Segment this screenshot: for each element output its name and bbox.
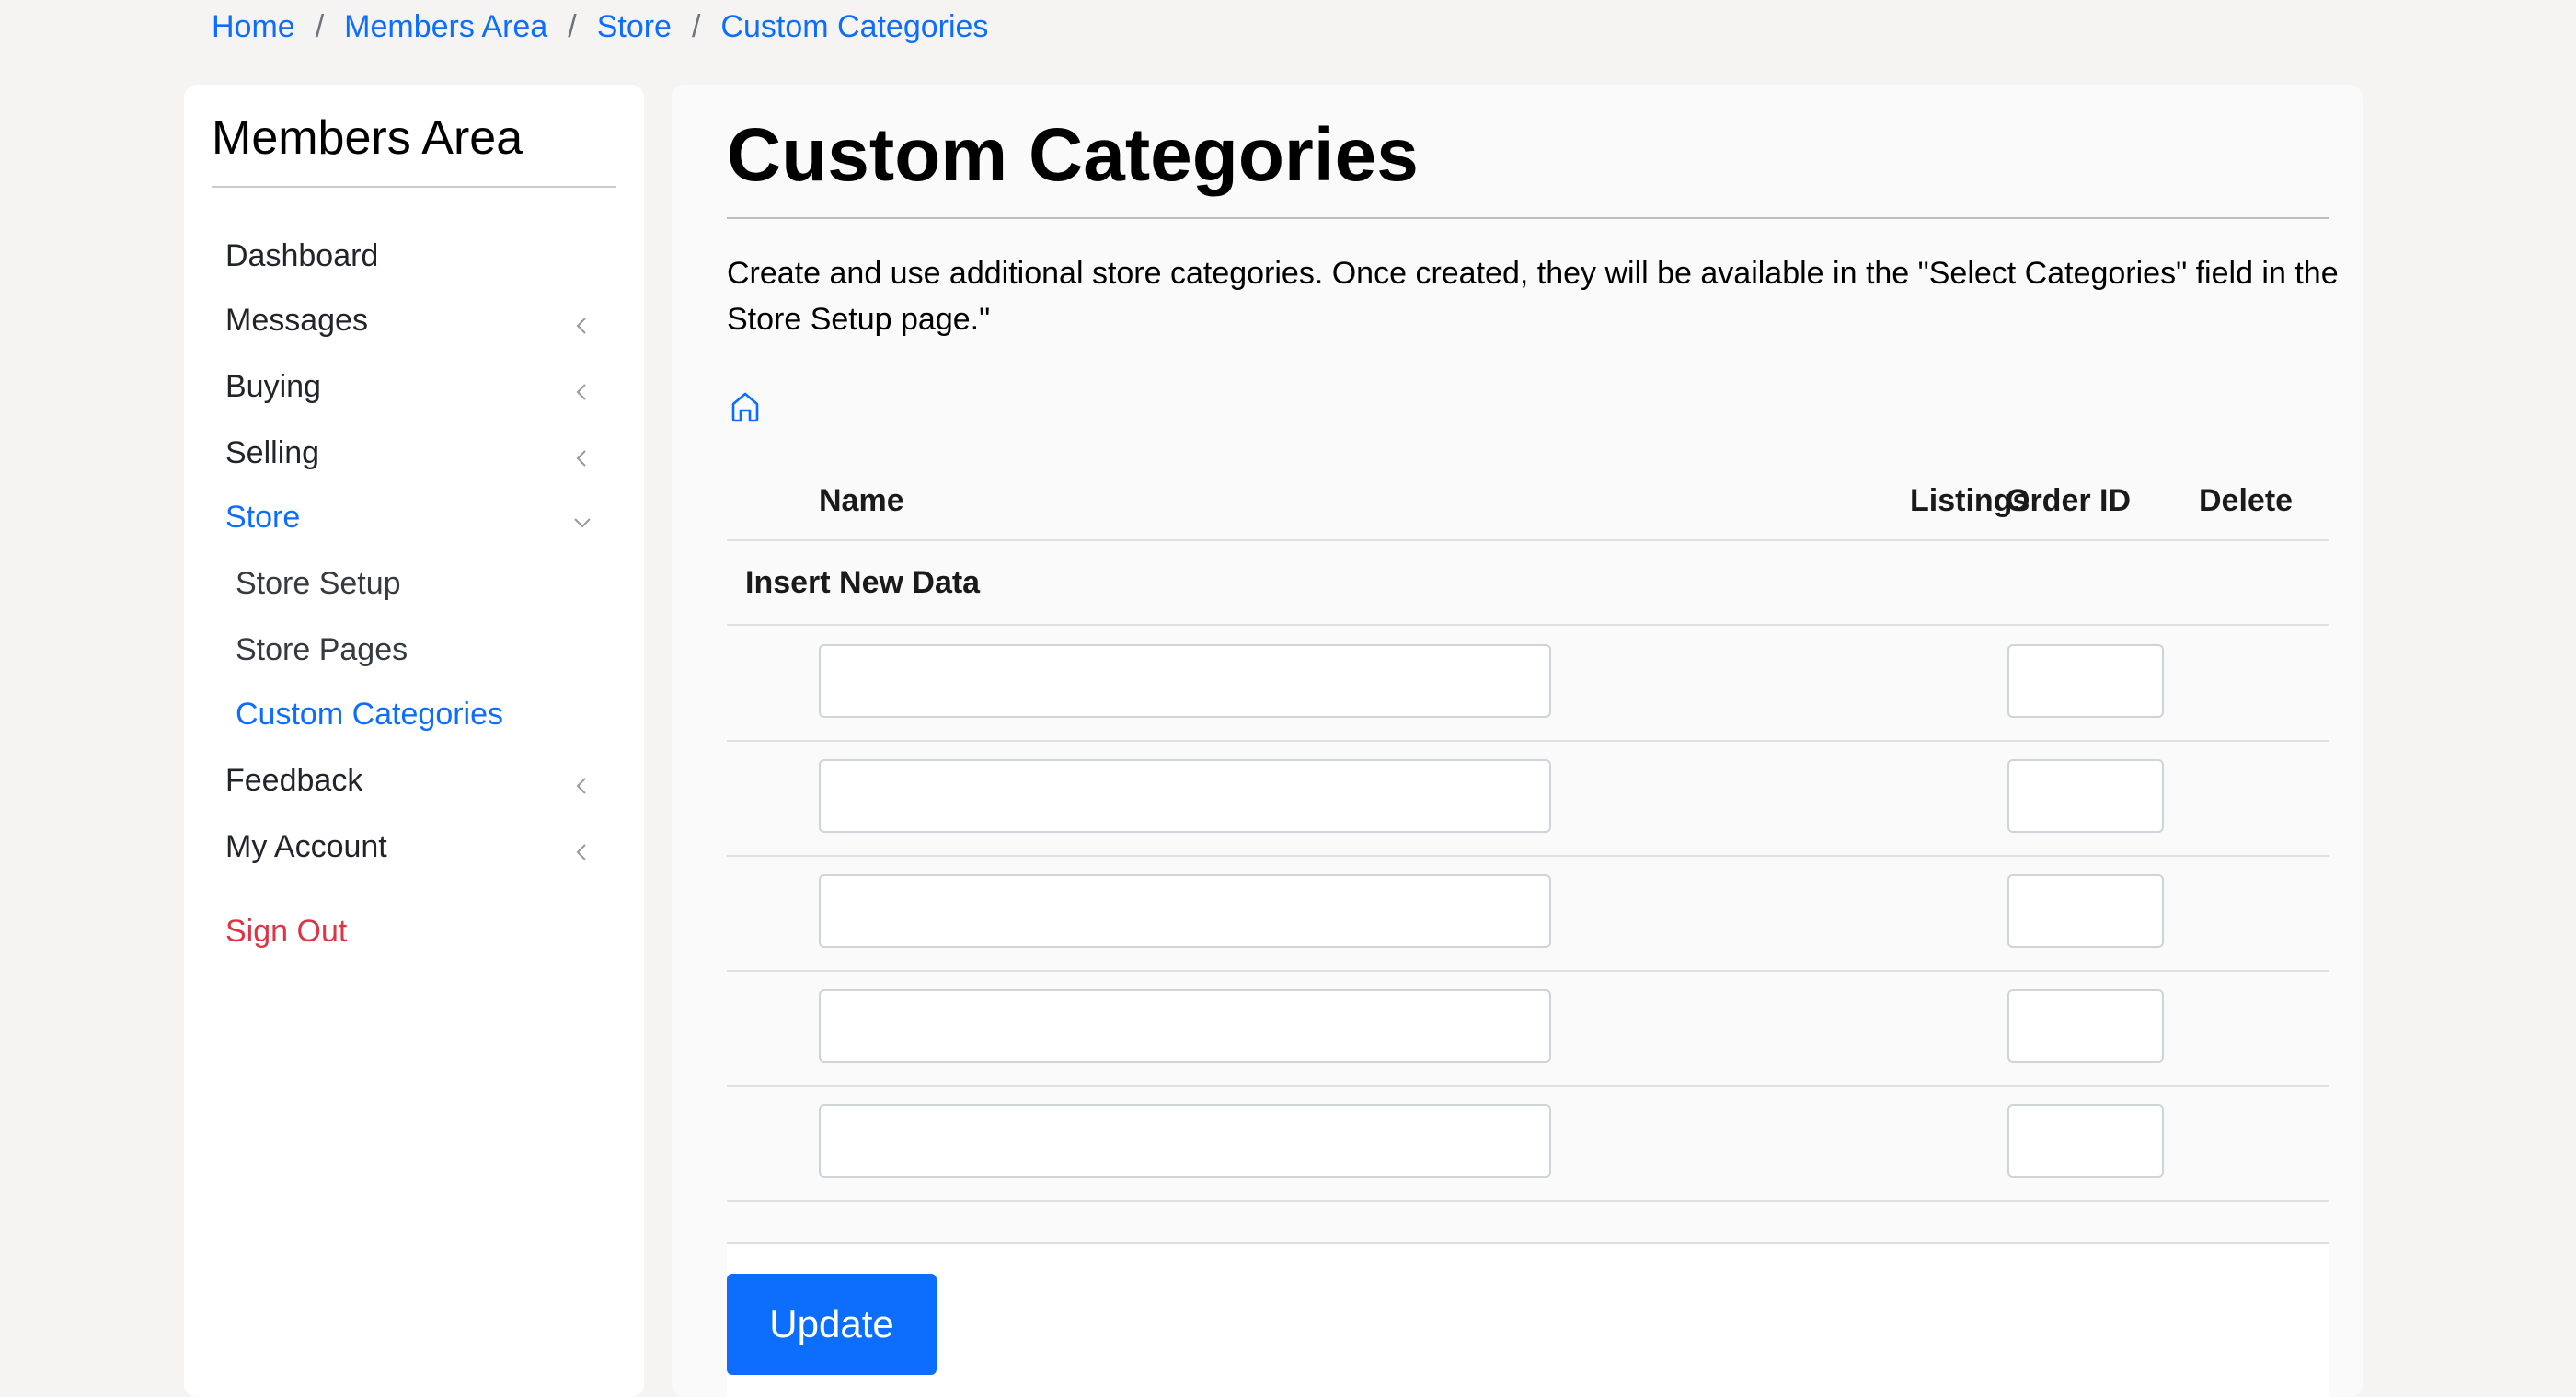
insert-new-data-row: Insert New Data bbox=[727, 541, 2329, 626]
main-content: Custom Categories Create and use additio… bbox=[672, 85, 2363, 1397]
sidebar-item-label: Buying bbox=[225, 368, 321, 404]
sidebar-item-label: Selling bbox=[225, 434, 320, 470]
sidebar-item-label: Custom Categories bbox=[236, 696, 504, 732]
sign-out-label: Sign Out bbox=[225, 913, 348, 949]
chevron-left-icon bbox=[571, 442, 593, 467]
sidebar: Members Area Dashboard Messages Buying S… bbox=[184, 85, 644, 1397]
sidebar-item-label: Dashboard bbox=[225, 237, 379, 273]
title-divider bbox=[727, 217, 2329, 219]
order-id-input[interactable] bbox=[2007, 644, 2164, 718]
form-footer bbox=[727, 1244, 2329, 1397]
breadcrumb-members-area[interactable]: Members Area bbox=[344, 9, 547, 45]
category-name-input[interactable] bbox=[819, 874, 1551, 948]
sidebar-item-feedback[interactable]: Feedback bbox=[225, 753, 612, 808]
table-row bbox=[727, 971, 2329, 1087]
table-row bbox=[727, 1086, 2329, 1202]
sidebar-item-label: Store Pages bbox=[236, 631, 408, 667]
breadcrumb-separator: / bbox=[568, 8, 577, 44]
column-header-order-id: Order ID bbox=[2006, 482, 2132, 518]
sidebar-title: Members Area bbox=[212, 111, 523, 165]
table-row bbox=[727, 626, 2329, 742]
chevron-left-icon bbox=[571, 375, 593, 400]
chevron-left-icon bbox=[571, 309, 593, 334]
sidebar-item-custom-categories[interactable]: Custom Categories bbox=[236, 687, 622, 742]
breadcrumb: Home / Members Area / Store / Custom Cat… bbox=[212, 6, 988, 48]
sidebar-item-label: My Account bbox=[225, 828, 387, 864]
page-title: Custom Categories bbox=[727, 113, 1419, 197]
column-header-name: Name bbox=[819, 482, 904, 518]
chevron-left-icon bbox=[571, 836, 593, 860]
chevron-down-icon bbox=[571, 506, 593, 528]
sidebar-item-dashboard[interactable]: Dashboard bbox=[225, 228, 612, 283]
order-id-input[interactable] bbox=[2007, 1104, 2164, 1178]
table-row bbox=[727, 741, 2329, 857]
sidebar-item-selling[interactable]: Selling bbox=[225, 425, 612, 480]
table-header: Name Listings Order ID Delete bbox=[727, 462, 2329, 541]
breadcrumb-store[interactable]: Store bbox=[597, 9, 672, 45]
insert-new-data-label: Insert New Data bbox=[745, 564, 981, 600]
sidebar-divider bbox=[212, 186, 616, 188]
sidebar-item-label: Messages bbox=[225, 302, 368, 338]
order-id-input[interactable] bbox=[2007, 989, 2164, 1063]
column-header-delete: Delete bbox=[2199, 482, 2294, 518]
order-id-input[interactable] bbox=[2007, 874, 2164, 948]
sidebar-item-store-pages[interactable]: Store Pages bbox=[236, 622, 622, 677]
breadcrumb-home[interactable]: Home bbox=[212, 9, 295, 45]
sidebar-item-store[interactable]: Store bbox=[225, 490, 612, 545]
category-name-input[interactable] bbox=[819, 989, 1551, 1063]
breadcrumb-separator: / bbox=[315, 8, 325, 44]
sidebar-item-my-account[interactable]: My Account bbox=[225, 819, 612, 874]
sidebar-item-label: Store Setup bbox=[236, 565, 401, 601]
home-icon[interactable] bbox=[727, 388, 764, 425]
sidebar-item-label: Store bbox=[225, 499, 301, 535]
category-name-input[interactable] bbox=[819, 759, 1551, 833]
breadcrumb-separator: / bbox=[691, 8, 701, 44]
table-row bbox=[727, 856, 2329, 972]
category-name-input[interactable] bbox=[819, 644, 1551, 718]
category-name-input[interactable] bbox=[819, 1104, 1551, 1178]
sidebar-item-messages[interactable]: Messages bbox=[225, 293, 612, 348]
chevron-left-icon bbox=[571, 769, 593, 794]
update-button[interactable]: Update bbox=[727, 1274, 937, 1375]
breadcrumb-custom-categories[interactable]: Custom Categories bbox=[720, 9, 988, 45]
sign-out-link[interactable]: Sign Out bbox=[225, 904, 612, 959]
sidebar-item-store-setup[interactable]: Store Setup bbox=[236, 556, 622, 611]
sidebar-item-buying[interactable]: Buying bbox=[225, 359, 612, 414]
order-id-input[interactable] bbox=[2007, 759, 2164, 833]
page-description: Create and use additional store categori… bbox=[727, 256, 2339, 337]
sidebar-item-label: Feedback bbox=[225, 762, 363, 798]
